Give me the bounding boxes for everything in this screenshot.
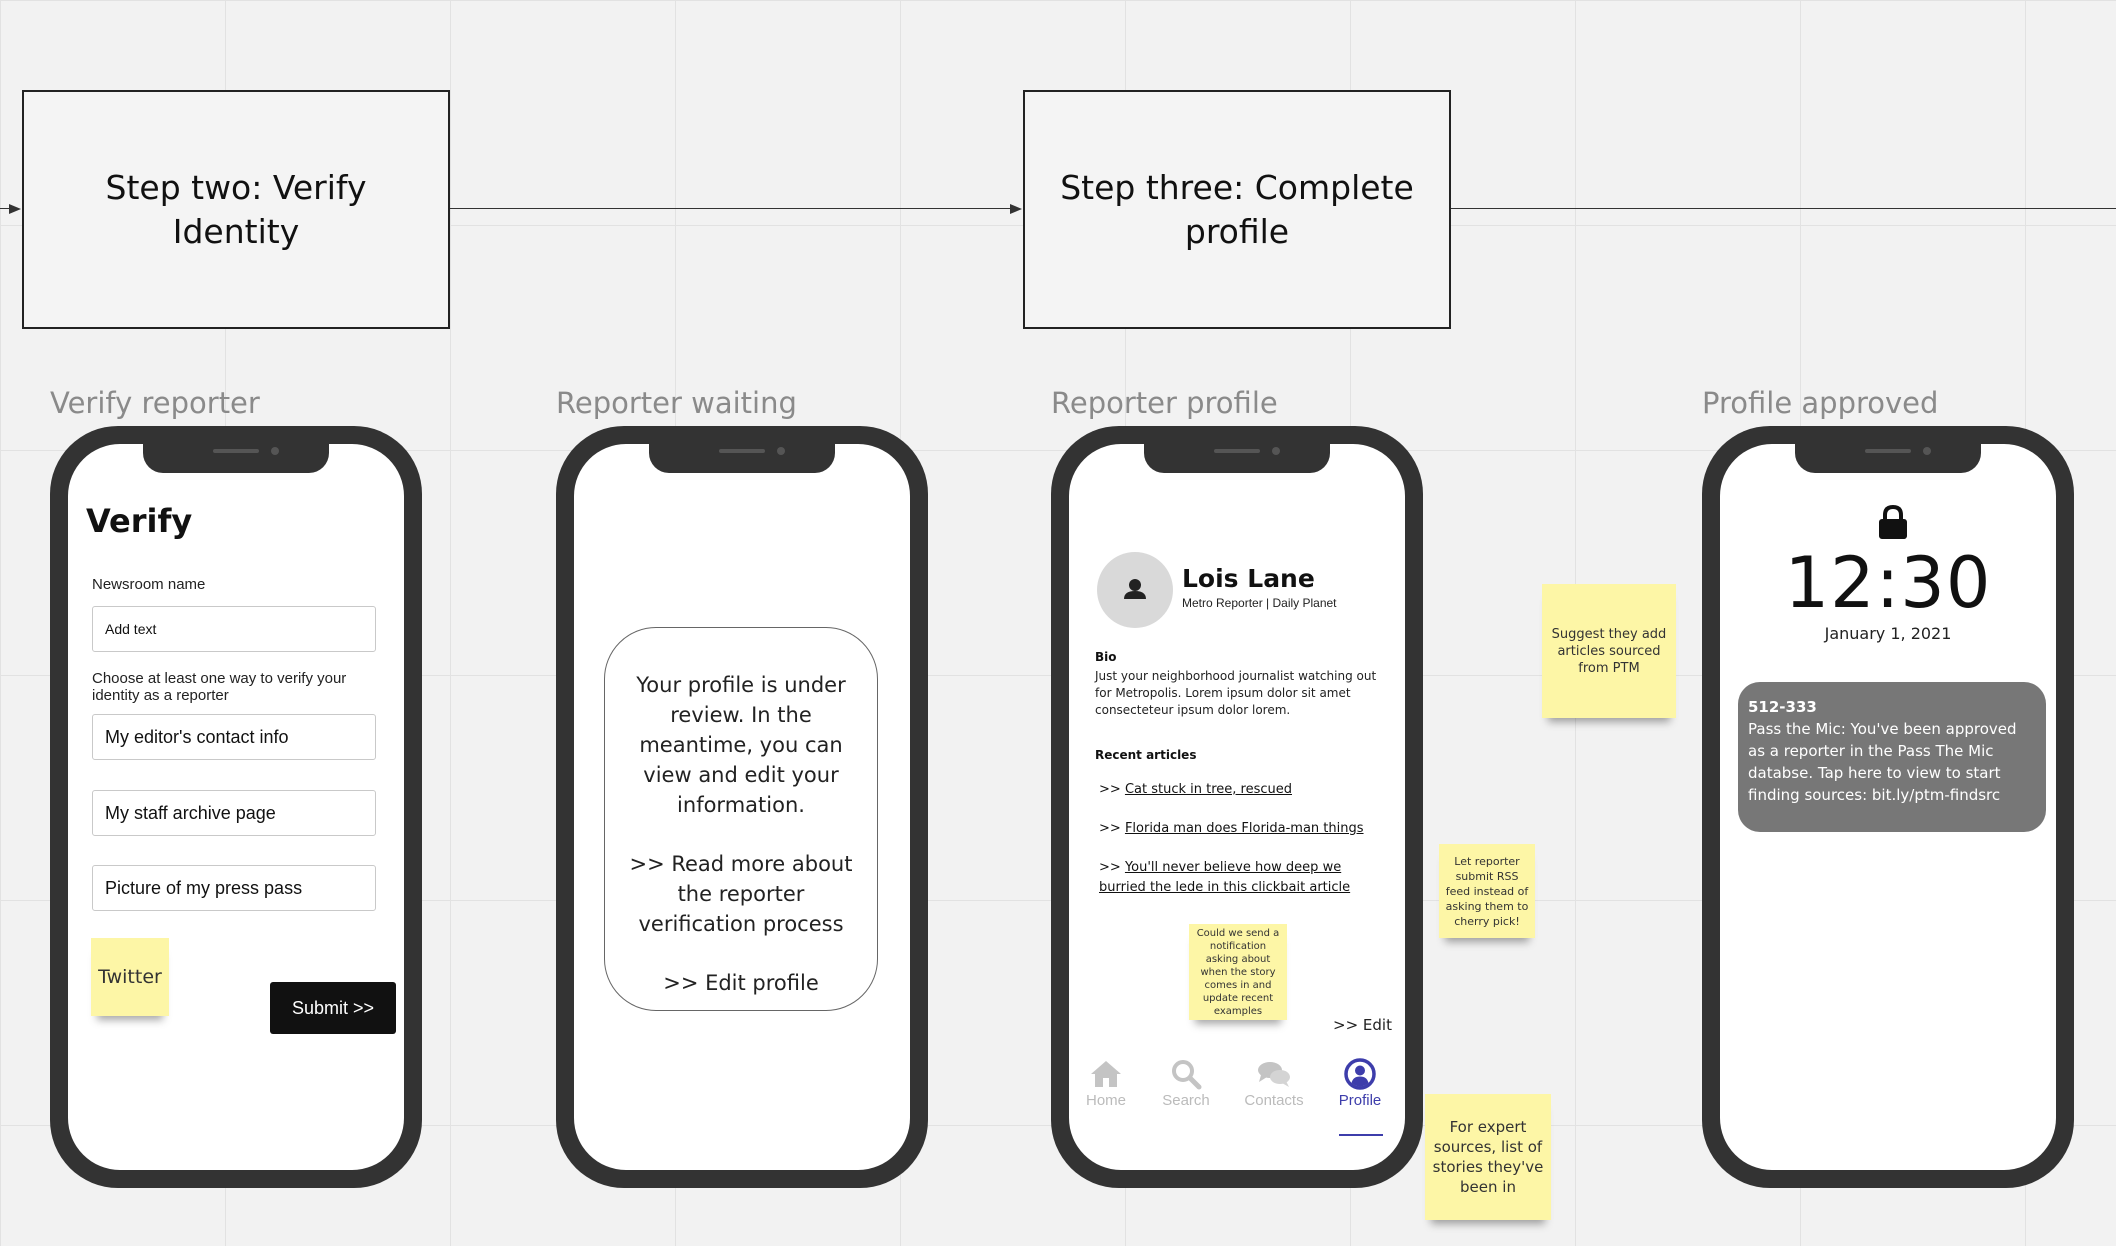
- edit-link[interactable]: >> Edit: [1333, 1016, 1392, 1034]
- article-link[interactable]: Florida man does Florida-man things: [1125, 821, 1364, 836]
- option-press-pass[interactable]: Picture of my press pass: [92, 865, 376, 911]
- newsroom-input[interactable]: Add text: [92, 606, 376, 652]
- sticky-note-suggest[interactable]: Suggest they add articles sourced from P…: [1542, 584, 1676, 718]
- article-prefix: >>: [1099, 860, 1121, 875]
- sticky-text: Could we send a notification asking abou…: [1196, 927, 1280, 1017]
- verify-title: Verify: [86, 502, 193, 540]
- article-item[interactable]: >> Cat stuck in tree, rescued: [1099, 780, 1379, 800]
- avatar[interactable]: [1097, 552, 1173, 628]
- sticky-text: Twitter: [98, 966, 162, 988]
- nav-search[interactable]: Search: [1149, 1056, 1223, 1109]
- review-message: Your profile is under review. In the mea…: [636, 673, 846, 817]
- bottom-nav: Home Search Contacts Profile: [1069, 1056, 1405, 1136]
- nav-label: Profile: [1338, 1092, 1382, 1109]
- articles-heading: Recent articles: [1095, 748, 1197, 762]
- article-prefix: >>: [1099, 782, 1121, 797]
- phone-notch: [1144, 444, 1330, 473]
- search-icon: [1172, 1060, 1202, 1090]
- phone-notch: [1795, 444, 1981, 473]
- edit-profile-link[interactable]: >> Edit profile: [617, 968, 865, 998]
- sticky-text: Let reporter submit RSS feed instead of …: [1445, 854, 1529, 928]
- lock-time: 12:30: [1784, 542, 1992, 624]
- newsroom-placeholder: Add text: [105, 621, 157, 637]
- flow-connector-middle: [450, 208, 1010, 209]
- chat-icon: [1258, 1062, 1290, 1087]
- profile-screen: Lois Lane Metro Reporter | Daily Planet …: [1069, 444, 1405, 1170]
- sticky-note-notification[interactable]: Could we send a notification asking abou…: [1189, 924, 1287, 1020]
- nav-contacts[interactable]: Contacts: [1237, 1056, 1311, 1109]
- profile-role: Metro Reporter | Daily Planet: [1182, 596, 1337, 610]
- phone-waiting: Your profile is under review. In the mea…: [556, 426, 928, 1188]
- verify-instructions: Choose at least one way to verify your i…: [92, 670, 347, 704]
- label-verify-reporter: Verify reporter: [50, 386, 260, 420]
- phone-notch: [143, 444, 329, 473]
- article-item[interactable]: >> Florida man does Florida-man things: [1099, 819, 1379, 839]
- flow-arrow-middle: [1010, 204, 1022, 214]
- nav-home[interactable]: Home: [1069, 1056, 1143, 1109]
- step-two-box[interactable]: Step two: Verify Identity: [22, 90, 450, 329]
- phone-approved: 12:30 January 1, 2021 512-333 Pass the M…: [1702, 426, 2074, 1188]
- phone-verify: Verify Newsroom name Add text Choose at …: [50, 426, 422, 1188]
- step-three-box[interactable]: Step three: Complete profile: [1023, 90, 1451, 329]
- sticky-text: Suggest they add articles sourced from P…: [1551, 626, 1667, 676]
- label-reporter-waiting: Reporter waiting: [556, 386, 797, 420]
- bio-text: Just your neighborhood journalist watchi…: [1095, 669, 1377, 717]
- option-label: My editor's contact info: [105, 726, 289, 747]
- step-three-text: Step three: Complete profile: [1060, 167, 1414, 251]
- user-circle-icon: [1344, 1058, 1376, 1090]
- option-label: Picture of my press pass: [105, 877, 303, 898]
- nav-label: Search: [1162, 1092, 1210, 1109]
- sticky-note-rss[interactable]: Let reporter submit RSS feed instead of …: [1439, 844, 1535, 938]
- label-profile-approved: Profile approved: [1702, 386, 1939, 420]
- notification-title: 512-333: [1748, 698, 1817, 716]
- review-card: Your profile is under review. In the mea…: [604, 627, 878, 1011]
- home-icon: [1091, 1061, 1121, 1087]
- approval-notification[interactable]: 512-333 Pass the Mic: You've been approv…: [1738, 682, 2046, 832]
- option-editor-contact[interactable]: My editor's contact info: [92, 714, 376, 760]
- label-reporter-profile: Reporter profile: [1051, 386, 1278, 420]
- lock-icon: [1877, 504, 1909, 545]
- nav-profile[interactable]: Profile: [1323, 1056, 1397, 1109]
- phone-profile: Lois Lane Metro Reporter | Daily Planet …: [1051, 426, 1423, 1188]
- notification-body: Pass the Mic: You've been approved as a …: [1748, 720, 2017, 804]
- user-icon: [1124, 579, 1146, 599]
- phone-notch: [649, 444, 835, 473]
- lock-date: January 1, 2021: [1824, 624, 1952, 643]
- lock-screen: 12:30 January 1, 2021 512-333 Pass the M…: [1720, 444, 2056, 1170]
- sticky-note-expert[interactable]: For expert sources, list of stories they…: [1425, 1094, 1551, 1220]
- nav-label: Home: [1085, 1092, 1126, 1109]
- article-link[interactable]: Cat stuck in tree, rescued: [1125, 782, 1292, 797]
- option-staff-archive[interactable]: My staff archive page: [92, 790, 376, 836]
- flow-connector-right: [1451, 208, 2116, 209]
- read-more-link[interactable]: >> Read more about the reporter verifica…: [617, 849, 865, 939]
- nav-label: Contacts: [1244, 1092, 1304, 1109]
- submit-button[interactable]: Submit >>: [270, 982, 396, 1034]
- waiting-screen: Your profile is under review. In the mea…: [574, 444, 910, 1170]
- bio-heading: Bio: [1095, 650, 1117, 664]
- article-link[interactable]: You'll never believe how deep we burried…: [1099, 860, 1350, 895]
- newsroom-label: Newsroom name: [92, 576, 206, 593]
- verify-screen: Verify Newsroom name Add text Choose at …: [68, 444, 404, 1170]
- flow-arrow-left: [9, 204, 21, 214]
- sticky-note-twitter[interactable]: Twitter: [91, 938, 169, 1016]
- profile-name: Lois Lane: [1182, 564, 1315, 593]
- article-item[interactable]: >> You'll never believe how deep we burr…: [1099, 858, 1379, 898]
- nav-active-indicator: [1339, 1134, 1383, 1136]
- option-label: My staff archive page: [105, 802, 276, 823]
- step-two-text: Step two: Verify Identity: [105, 167, 367, 251]
- article-prefix: >>: [1099, 821, 1121, 836]
- sticky-text: For expert sources, list of stories they…: [1432, 1118, 1544, 1196]
